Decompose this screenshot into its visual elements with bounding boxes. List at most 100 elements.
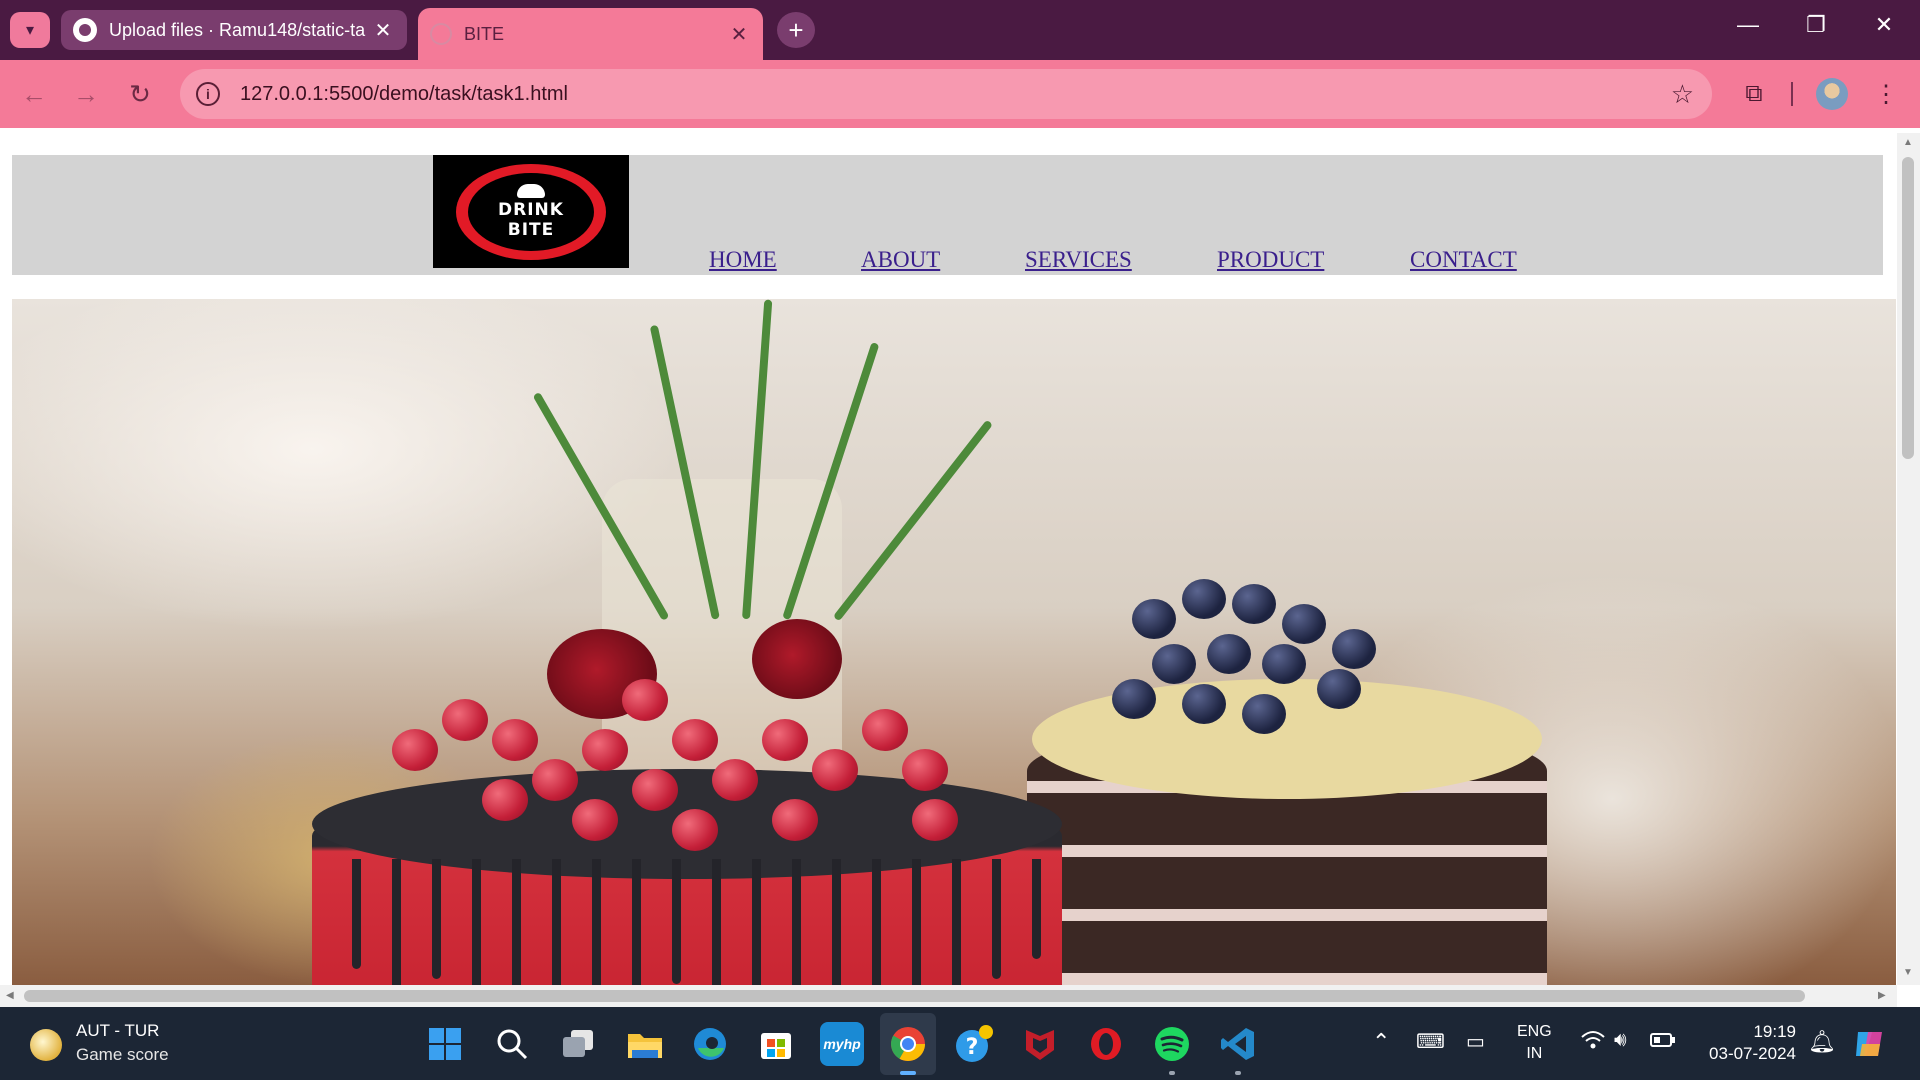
- blueberry: [1132, 599, 1176, 639]
- raspberry: [772, 799, 818, 841]
- mcafee-icon[interactable]: [1018, 1022, 1062, 1066]
- task-view-icon[interactable]: [557, 1022, 601, 1066]
- edge-icon[interactable]: [688, 1022, 732, 1066]
- logo-text-line2: BITE: [507, 219, 555, 240]
- blueberry: [1182, 684, 1226, 724]
- address-bar[interactable]: i 127.0.0.1:5500/demo/task/task1.html ☆: [180, 69, 1712, 119]
- raspberry: [442, 699, 488, 741]
- red-rose: [752, 619, 842, 699]
- start-icon[interactable]: [423, 1022, 467, 1066]
- close-tab-icon[interactable]: ✕: [727, 22, 751, 47]
- file-explorer-icon[interactable]: [623, 1022, 667, 1066]
- nav-link-home[interactable]: HOME: [709, 247, 777, 273]
- blueberry: [1317, 669, 1361, 709]
- raspberry: [912, 799, 958, 841]
- browser-toolbar: ← → ↻ i 127.0.0.1:5500/demo/task/task1.h…: [0, 60, 1920, 128]
- myhp-icon[interactable]: myhp: [820, 1022, 864, 1066]
- ganache-drip: [472, 859, 481, 985]
- vertical-scrollbar[interactable]: ▲ ▼: [1897, 133, 1920, 985]
- opera-icon[interactable]: [1084, 1022, 1128, 1066]
- widget-title[interactable]: AUT - TUR: [76, 1021, 159, 1041]
- nav-link-services[interactable]: SERVICES: [1025, 247, 1132, 273]
- raspberry: [812, 749, 858, 791]
- battery-icon[interactable]: [1650, 1029, 1676, 1055]
- tab-search-button[interactable]: ▾: [10, 12, 50, 48]
- nav-link-contact[interactable]: CONTACT: [1410, 247, 1517, 273]
- region-code: IN: [1526, 1045, 1543, 1062]
- scroll-down-arrow-icon[interactable]: ▼: [1903, 967, 1913, 978]
- tab-upload-files[interactable]: Upload files · Ramu148/static-ta ✕: [61, 10, 407, 50]
- url-text[interactable]: 127.0.0.1:5500/demo/task/task1.html: [240, 83, 568, 106]
- nav-link-about[interactable]: ABOUT: [861, 247, 940, 273]
- help-icon[interactable]: ?: [952, 1022, 996, 1066]
- reload-button[interactable]: ↻: [122, 76, 158, 112]
- ganache-drip: [432, 859, 441, 979]
- ganache-drip: [632, 859, 641, 985]
- blueberry: [1232, 584, 1276, 624]
- windows-taskbar: AUT - TUR Game score myhp ? ⌃ ⌨ ▭ ENG IN…: [0, 1007, 1920, 1080]
- plant-leaf: [832, 419, 994, 622]
- minimize-button[interactable]: —: [1728, 12, 1768, 38]
- notification-bell-icon[interactable]: 🔔︎: [1808, 1029, 1836, 1055]
- logo-ring: DRINK BITE: [456, 163, 606, 260]
- blueberry: [1207, 634, 1251, 674]
- scroll-up-arrow-icon[interactable]: ▲: [1903, 137, 1913, 148]
- site-info-icon[interactable]: i: [196, 82, 220, 106]
- raspberry: [902, 749, 948, 791]
- widget-subtitle[interactable]: Game score: [76, 1045, 169, 1065]
- svg-text:?: ?: [966, 1035, 979, 1060]
- ganache-drip: [992, 859, 1001, 979]
- cake-cream-top: [1032, 679, 1542, 799]
- vertical-scroll-thumb[interactable]: [1902, 157, 1914, 459]
- blueberry: [1242, 694, 1286, 734]
- blueberry: [1182, 579, 1226, 619]
- tab-bite[interactable]: BITE ✕: [418, 8, 763, 60]
- browser-menu-icon[interactable]: ⋮: [1868, 76, 1904, 112]
- ganache-drip: [672, 859, 681, 984]
- scroll-right-arrow-icon[interactable]: ▶: [1878, 990, 1886, 1001]
- chevron-up-icon[interactable]: ⌃: [1372, 1029, 1390, 1055]
- chrome-icon[interactable]: [886, 1022, 930, 1066]
- clock-date: 03-07-2024: [1709, 1044, 1796, 1063]
- window-close-button[interactable]: ✕: [1864, 12, 1904, 38]
- ganache-drip: [792, 859, 801, 985]
- wifi-icon[interactable]: [1580, 1029, 1606, 1057]
- soccer-ball-icon[interactable]: [30, 1029, 62, 1061]
- copilot-icon[interactable]: [1850, 1022, 1890, 1066]
- store-icon[interactable]: [754, 1022, 798, 1066]
- vscode-icon[interactable]: [1216, 1022, 1260, 1066]
- blueberry: [1152, 644, 1196, 684]
- language-indicator[interactable]: ENG IN: [1517, 1021, 1552, 1065]
- tablet-mode-icon[interactable]: ▭: [1466, 1029, 1485, 1054]
- system-clock[interactable]: 19:19 03-07-2024: [1700, 1021, 1796, 1065]
- language-code: ENG: [1517, 1023, 1552, 1040]
- skull-icon: [517, 183, 545, 198]
- keyboard-icon[interactable]: ⌨: [1416, 1029, 1445, 1054]
- horizontal-scroll-thumb[interactable]: [24, 990, 1805, 1002]
- close-tab-icon[interactable]: ✕: [371, 18, 395, 43]
- restore-button[interactable]: ❐: [1796, 12, 1836, 38]
- ganache-drip: [552, 859, 561, 985]
- volume-icon[interactable]: 🔊︎: [1614, 1029, 1627, 1052]
- new-tab-button[interactable]: +: [777, 12, 815, 48]
- extensions-icon[interactable]: ⧉: [1736, 76, 1772, 112]
- raspberry: [712, 759, 758, 801]
- raspberry: [672, 809, 718, 851]
- forward-button[interactable]: →: [68, 76, 104, 112]
- running-app-indicator: [1169, 1071, 1175, 1075]
- github-icon: [73, 18, 97, 42]
- spotify-icon[interactable]: [1150, 1022, 1194, 1066]
- ganache-drip: [752, 859, 761, 985]
- bookmark-star-icon[interactable]: ☆: [1671, 79, 1694, 110]
- blueberry: [1332, 629, 1376, 669]
- ganache-drip: [592, 859, 601, 985]
- raspberry: [762, 719, 808, 761]
- toolbar-divider: [1791, 82, 1793, 106]
- horizontal-scrollbar[interactable]: ◀ ▶: [0, 985, 1897, 1007]
- ganache-drip: [352, 859, 361, 969]
- scroll-left-arrow-icon[interactable]: ◀: [6, 990, 14, 1001]
- nav-link-product[interactable]: PRODUCT: [1217, 247, 1324, 273]
- search-icon[interactable]: [490, 1022, 534, 1066]
- profile-avatar[interactable]: [1816, 78, 1848, 110]
- back-button[interactable]: ←: [16, 76, 52, 112]
